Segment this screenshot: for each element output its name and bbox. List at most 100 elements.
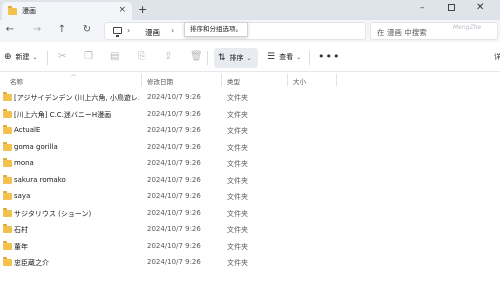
title-bar: 漫画 × + – ✕ (0, 0, 500, 20)
chevron-right-icon[interactable]: › (127, 26, 130, 35)
file-modified: 2024/10/7 9:26 (147, 93, 201, 101)
folder-icon (8, 5, 17, 15)
folder-icon (3, 158, 12, 167)
file-name: サジタリウス (ショーン) (14, 209, 92, 218)
copy-icon[interactable]: ❐ (84, 51, 93, 62)
file-name: ActualE (14, 126, 41, 134)
file-modified: 2024/10/7 9:26 (147, 192, 201, 200)
file-modified: 2024/10/7 9:26 (147, 225, 201, 233)
list-item[interactable]: sakura romako 2024/10/7 9:26 文件夹 (0, 173, 500, 189)
file-type: 文件夹 (227, 127, 248, 135)
list-item[interactable]: [川上六角] C.C.迷バニーH漫画 2024/10/7 9:26 文件夹 (0, 107, 500, 123)
list-item[interactable]: ActualE 2024/10/7 9:26 文件夹 (0, 123, 500, 139)
column-divider[interactable] (141, 74, 142, 86)
column-divider[interactable] (336, 74, 337, 86)
new-button[interactable]: ⊕ 新建 ⌄ (4, 52, 38, 62)
new-tab-button[interactable]: + (138, 3, 147, 16)
divider (309, 51, 310, 65)
list-item[interactable]: [アジサイデンデン (川上六角, 小鳥遊レ... 2024/10/7 9:26 … (0, 90, 500, 106)
folder-icon (3, 141, 12, 151)
watermark-text: MengZhe (453, 24, 482, 31)
folder-icon (3, 224, 12, 233)
close-window-button[interactable]: ✕ (476, 2, 484, 13)
column-divider[interactable] (287, 74, 288, 86)
file-name: 石村 (14, 226, 28, 234)
scissors-icon[interactable]: ✂ (58, 51, 66, 62)
up-button[interactable]: ↑ (55, 24, 69, 35)
folder-icon (3, 92, 12, 101)
list-item[interactable]: mona 2024/10/7 9:26 文件夹 (0, 156, 500, 172)
file-type: 文件夹 (227, 143, 248, 152)
view-icon: ☰ (267, 52, 276, 62)
divider (47, 51, 48, 65)
folder-icon (3, 174, 12, 184)
folder-icon (3, 207, 12, 217)
forward-button[interactable]: → (30, 24, 44, 35)
file-name: [川上六角] C.C.迷バニーH漫画 (14, 110, 112, 119)
file-name: 忠臣蔵之介 (14, 259, 49, 267)
folder-icon (3, 125, 12, 134)
chevron-down-icon: ⌄ (32, 53, 38, 61)
list-item[interactable]: サジタリウス (ショーン) 2024/10/7 9:26 文件夹 (0, 206, 500, 222)
back-button[interactable]: ← (3, 24, 17, 35)
monitor-icon (113, 27, 122, 37)
file-modified: 2024/10/7 9:26 (147, 159, 201, 167)
list-item[interactable]: 石村 2024/10/7 9:26 文件夹 (0, 222, 500, 238)
minimize-button[interactable]: – (420, 3, 425, 13)
file-type: 文件夹 (227, 242, 248, 251)
column-type[interactable]: 类型 (227, 76, 240, 86)
file-type: 文件夹 (227, 94, 248, 102)
view-button[interactable]: ☰ 查看 ⌄ (267, 52, 301, 62)
sort-icon: ⇅ (218, 53, 226, 63)
list-item[interactable]: 忠臣蔵之介 2024/10/7 9:26 文件夹 (0, 255, 500, 271)
view-label: 查看 (279, 53, 294, 61)
divider (207, 51, 208, 65)
new-label: 新建 (15, 53, 30, 61)
tab-title: 漫画 (22, 7, 36, 15)
file-modified: 2024/10/7 9:26 (147, 142, 201, 151)
plus-circle-icon: ⊕ (4, 52, 12, 62)
search-box[interactable]: MengZhe (370, 22, 498, 40)
file-name: sakura romako (14, 175, 66, 184)
file-type: 文件夹 (227, 259, 248, 267)
sort-button[interactable]: ⇅ 排序 ⌄ (214, 48, 258, 68)
file-type: 文件夹 (227, 226, 248, 234)
file-modified: 2024/10/7 9:26 (147, 241, 201, 250)
details-button[interactable]: 详 (494, 52, 500, 62)
paste-icon[interactable]: ▤ (110, 51, 119, 62)
sort-label: 排序 (229, 54, 244, 62)
tab-manga[interactable]: 漫画 × (2, 2, 132, 20)
folder-icon (3, 108, 12, 118)
column-size[interactable]: 大小 (293, 76, 306, 86)
more-options-button[interactable]: ••• (318, 50, 340, 63)
folder-icon (3, 257, 12, 266)
column-divider[interactable] (221, 74, 222, 86)
command-bar: ⊕ 新建 ⌄ ✂ ❐ ▤ ⎘ ⇪ 🗑 ⇅ 排序 ⌄ ☰ 查看 ⌄ ••• 详 (0, 44, 500, 72)
file-type: 文件夹 (227, 193, 248, 201)
file-modified: 2024/10/7 9:26 (147, 258, 201, 266)
file-modified: 2024/10/7 9:26 (147, 175, 201, 184)
list-item[interactable]: saya 2024/10/7 9:26 文件夹 (0, 189, 500, 205)
file-modified: 2024/10/7 9:26 (147, 126, 201, 134)
list-item[interactable]: goma gorilla 2024/10/7 9:26 文件夹 (0, 140, 500, 156)
file-name: goma gorilla (14, 142, 58, 151)
file-modified: 2024/10/7 9:26 (147, 208, 201, 217)
file-type: 文件夹 (227, 176, 248, 185)
sort-tooltip: 排序和分组选项。 (184, 22, 248, 37)
file-name: 董年 (14, 242, 28, 251)
rename-icon[interactable]: ⎘ (138, 51, 146, 62)
sort-ascending-icon: ︿ (71, 72, 77, 78)
file-type: 文件夹 (227, 209, 248, 218)
trash-icon[interactable]: 🗑 (190, 51, 203, 62)
column-modified[interactable]: 修改日期 (147, 76, 173, 86)
folder-icon (3, 240, 12, 250)
file-type: 文件夹 (227, 110, 248, 119)
list-item[interactable]: 董年 2024/10/7 9:26 文件夹 (0, 239, 500, 255)
column-name[interactable]: 名称 (10, 76, 23, 86)
breadcrumb-manga[interactable]: 漫画 (145, 27, 160, 38)
chevron-right-icon[interactable]: › (171, 26, 174, 35)
close-tab-icon[interactable]: × (118, 5, 126, 15)
refresh-button[interactable]: ↻ (80, 24, 94, 35)
maximize-button[interactable] (448, 4, 455, 11)
share-icon[interactable]: ⇪ (164, 51, 172, 62)
